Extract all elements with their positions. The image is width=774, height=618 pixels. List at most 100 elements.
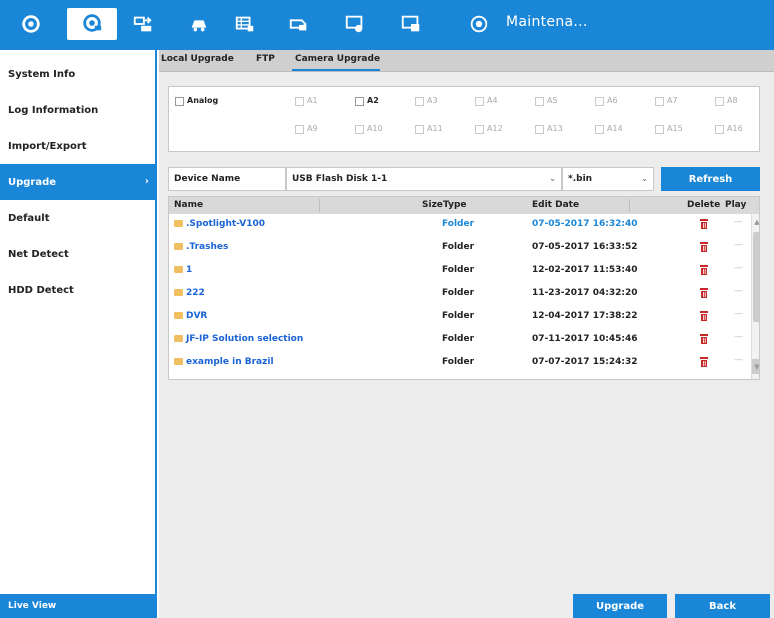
file-name[interactable]: JF-IP Solution selection bbox=[174, 334, 303, 344]
sidebar-item-log-information[interactable]: Log Information bbox=[0, 92, 155, 128]
column-type[interactable]: Type bbox=[443, 200, 466, 210]
camera-tab-button[interactable] bbox=[67, 8, 117, 40]
device-filter-row: Device Name USB Flash Disk 1-1 ⌄ *.bin ⌄… bbox=[168, 167, 760, 191]
table-row[interactable]: DVR Folder 12-04-2017 17:38:22 — bbox=[169, 306, 751, 329]
play-icon[interactable]: — bbox=[734, 240, 743, 250]
channel-checkbox-a6[interactable] bbox=[595, 97, 604, 106]
channel-checkbox-a4[interactable] bbox=[475, 97, 484, 106]
sidebar-item-upgrade[interactable]: Upgrade › bbox=[0, 164, 155, 200]
column-delete[interactable]: Delete bbox=[687, 200, 720, 210]
page-title: Maintena... bbox=[506, 14, 588, 30]
file-name[interactable]: example in Brazil bbox=[174, 357, 274, 367]
file-name[interactable]: .Spotlight-V100 bbox=[174, 219, 265, 229]
file-name[interactable]: 222 bbox=[174, 288, 205, 298]
settings-icon[interactable] bbox=[18, 11, 44, 37]
play-icon[interactable]: — bbox=[734, 355, 743, 365]
channel-checkbox-a3[interactable] bbox=[415, 97, 424, 106]
channel-label: A12 bbox=[487, 124, 503, 133]
scroll-down-icon[interactable]: ▼ bbox=[752, 359, 759, 374]
table-row[interactable]: 1 Folder 12-02-2017 11:53:40 — bbox=[169, 260, 751, 283]
sidebar-item-net-detect[interactable]: Net Detect bbox=[0, 236, 155, 272]
upgrade-button[interactable]: Upgrade bbox=[573, 594, 667, 618]
table-row[interactable]: example in Brazil Folder 07-07-2017 15:24:… bbox=[169, 352, 751, 375]
delete-icon[interactable] bbox=[699, 287, 709, 299]
play-icon[interactable]: — bbox=[734, 217, 743, 227]
channel-checkbox-a2[interactable] bbox=[355, 97, 364, 106]
column-play[interactable]: Play bbox=[725, 200, 746, 210]
channel-checkbox-a7[interactable] bbox=[655, 97, 664, 106]
table-header: Name Size Type Edit Date Delete Play bbox=[169, 197, 759, 214]
table-scrollbar[interactable]: ▲ ▼ bbox=[751, 214, 759, 379]
channel-checkbox-a10[interactable] bbox=[355, 125, 364, 134]
delete-icon[interactable] bbox=[699, 218, 709, 230]
network-transfer-icon[interactable] bbox=[130, 11, 156, 37]
file-edit-date: 07-07-2017 15:24:32 bbox=[532, 357, 638, 367]
table-row[interactable]: 222 Folder 11-23-2017 04:32:20 — bbox=[169, 283, 751, 306]
file-name[interactable]: DVR bbox=[174, 311, 207, 321]
file-name[interactable]: 1 bbox=[174, 265, 192, 275]
column-divider bbox=[319, 199, 320, 212]
table-row[interactable]: JF-IP Solution selection Folder 07-11-2017… bbox=[169, 329, 751, 352]
channel-label: A1 bbox=[307, 96, 318, 105]
channel-checkbox-a14[interactable] bbox=[595, 125, 604, 134]
play-icon[interactable]: — bbox=[734, 263, 743, 273]
delete-icon[interactable] bbox=[699, 310, 709, 322]
chevron-down-icon: ⌄ bbox=[641, 174, 648, 183]
file-name[interactable]: .Trashes bbox=[174, 242, 228, 252]
play-icon[interactable]: — bbox=[734, 332, 743, 342]
event-icon[interactable] bbox=[286, 11, 312, 37]
sidebar-item-default[interactable]: Default bbox=[0, 200, 155, 236]
sidebar-item-label: System Info bbox=[8, 68, 76, 80]
device-select[interactable]: USB Flash Disk 1-1 ⌄ bbox=[286, 167, 562, 191]
delete-icon[interactable] bbox=[699, 356, 709, 368]
channel-checkbox-a15[interactable] bbox=[655, 125, 664, 134]
tab-ftp[interactable]: FTP bbox=[256, 54, 275, 64]
file-type: Folder bbox=[442, 242, 475, 252]
delete-icon[interactable] bbox=[699, 333, 709, 345]
channel-checkbox-a13[interactable] bbox=[535, 125, 544, 134]
system-icon[interactable] bbox=[342, 11, 368, 37]
device-icon[interactable] bbox=[398, 11, 424, 37]
file-name-text: 1 bbox=[186, 265, 193, 275]
tab-local-upgrade[interactable]: Local Upgrade bbox=[161, 54, 234, 64]
file-table: Name Size Type Edit Date Delete Play .Sp… bbox=[168, 196, 760, 380]
channel-checkbox-a8[interactable] bbox=[715, 97, 724, 106]
refresh-button[interactable]: Refresh bbox=[661, 167, 760, 191]
sidebar-item-label: Upgrade bbox=[8, 176, 57, 188]
tab-camera-upgrade[interactable]: Camera Upgrade bbox=[295, 54, 380, 64]
maintenance-icon[interactable] bbox=[466, 11, 492, 37]
file-type: Folder bbox=[442, 219, 475, 229]
sidebar-item-label: Log Information bbox=[8, 104, 99, 116]
folder-icon bbox=[174, 243, 183, 250]
file-extension-select[interactable]: *.bin ⌄ bbox=[562, 167, 654, 191]
file-edit-date: 12-04-2017 17:38:22 bbox=[532, 311, 638, 321]
channel-checkbox-a1[interactable] bbox=[295, 97, 304, 106]
channel-checkbox-a16[interactable] bbox=[715, 125, 724, 134]
live-view-button[interactable]: Live View bbox=[0, 594, 155, 618]
table-row[interactable]: .Trashes Folder 07-05-2017 16:33:52 — bbox=[169, 237, 751, 260]
sidebar-item-system-info[interactable]: System Info bbox=[0, 56, 155, 92]
storage-icon[interactable] bbox=[232, 11, 258, 37]
scroll-thumb[interactable] bbox=[753, 232, 759, 322]
column-size[interactable]: Size bbox=[422, 200, 443, 210]
channel-checkbox-a9[interactable] bbox=[295, 125, 304, 134]
play-icon[interactable]: — bbox=[734, 286, 743, 296]
sidebar-item-import-export[interactable]: Import/Export bbox=[0, 128, 155, 164]
back-button[interactable]: Back bbox=[675, 594, 770, 618]
channel-label: A4 bbox=[487, 96, 498, 105]
channel-checkbox-a11[interactable] bbox=[415, 125, 424, 134]
channel-checkbox-a12[interactable] bbox=[475, 125, 484, 134]
delete-icon[interactable] bbox=[699, 264, 709, 276]
sidebar-item-hdd-detect[interactable]: HDD Detect bbox=[0, 272, 155, 308]
analog-checkbox[interactable] bbox=[175, 97, 184, 106]
channel-checkbox-a5[interactable] bbox=[535, 97, 544, 106]
table-row[interactable]: .Spotlight-V100 Folder 07-05-2017 16:32:40… bbox=[169, 214, 751, 237]
sidebar: System Info Log Information Import/Expor… bbox=[0, 50, 157, 618]
column-edit-date[interactable]: Edit Date bbox=[532, 200, 579, 210]
scroll-up-icon[interactable]: ▲ bbox=[752, 214, 759, 229]
file-name-text: DVR bbox=[186, 311, 208, 321]
play-icon[interactable]: — bbox=[734, 309, 743, 319]
column-name[interactable]: Name bbox=[174, 200, 203, 210]
delete-icon[interactable] bbox=[699, 241, 709, 253]
record-icon[interactable] bbox=[186, 11, 212, 37]
